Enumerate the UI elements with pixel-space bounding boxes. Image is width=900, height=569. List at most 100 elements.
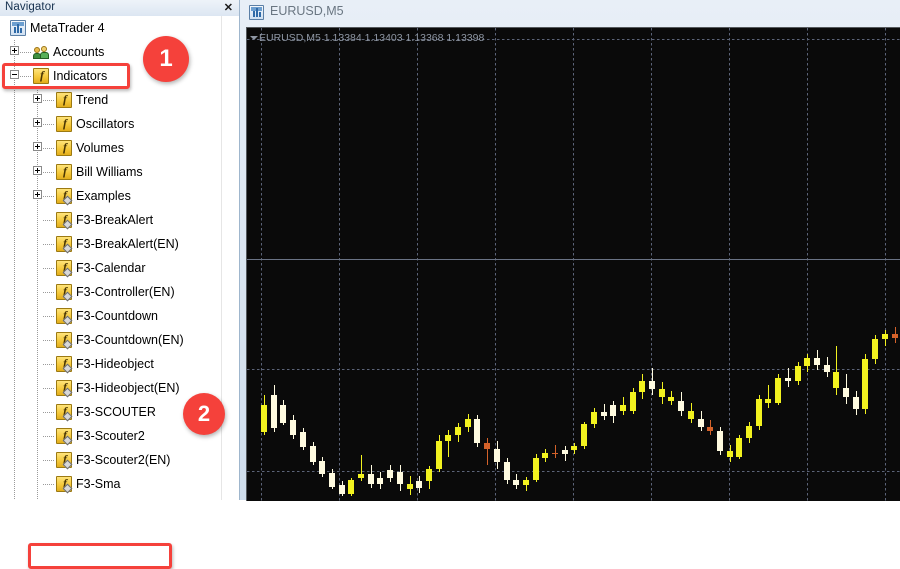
tree-item-f3-countdown[interactable]: f F3-Countdown [0,304,222,328]
chart-candle [299,28,306,501]
chart-titlebar[interactable]: EURUSD,M5 [240,0,900,25]
tree-guide [43,292,55,293]
tree-guide [14,208,15,232]
chart-candle [280,28,287,501]
tree-expander-plus[interactable] [33,190,42,199]
tree-expander-plus[interactable] [33,166,42,175]
chart-candle [338,28,345,501]
tree-item-examples[interactable]: f Examples [0,184,222,208]
tree-guide [43,388,55,389]
tree-guide [37,208,38,232]
chart-candle [542,28,549,501]
chart-candle [387,28,394,501]
chart-candle [532,28,539,501]
tree-item-f3-hideobject[interactable]: f F3-Hideobject [0,352,222,376]
chart-candle [804,28,811,501]
tree-item-label: Accounts [53,45,105,59]
tree-item-indicators[interactable]: f Indicators [0,64,222,88]
tree-item-f3-breakalert-en[interactable]: f F3-BreakAlert(EN) [0,232,222,256]
tree-item-label: Examples [76,189,131,203]
navigator-title: Navigator [5,1,56,13]
tree-item-label: F3-BreakAlert(EN) [76,237,179,251]
tree-item-trend[interactable]: f Trend [0,88,222,112]
chart-candle [600,28,607,501]
tree-item-volumes[interactable]: f Volumes [0,136,222,160]
chart-canvas[interactable] [247,28,900,501]
indicator-folder-icon: f [56,164,72,180]
chart-frame[interactable]: EURUSD,M5 1.13384 1.13403 1.13368 1.1339… [246,27,900,501]
tree-item-label: F3-Countdown(EN) [76,333,184,347]
indicator-folder-icon: f [56,116,72,132]
tree-item-label: F3-Countdown [76,309,158,323]
custom-indicator-icon: f [56,428,73,446]
chart-candle [571,28,578,501]
chart-candle [658,28,665,501]
tree-guide [43,460,55,461]
tree-expander-minus[interactable] [10,70,19,79]
chart-candle [649,28,655,501]
custom-indicator-icon: f [56,380,73,398]
close-icon[interactable]: ✕ [224,0,233,16]
tree-item-label: Indicators [53,69,108,83]
tree-guide [14,448,15,472]
tree-item-bill-williams[interactable]: f Bill Williams [0,160,222,184]
chart-candle [377,28,384,501]
tree-guide [20,76,32,77]
tree-item-f3-sma-en[interactable]: fF3-Sma(EN) [0,496,222,500]
tree-guide [43,364,55,365]
tree-guide [37,232,38,256]
chart-candle [261,28,267,501]
chart-candle [309,28,316,501]
chart-candle [474,28,481,501]
tree-guide [43,100,55,101]
tree-guide [14,400,15,424]
tree-guide [14,376,15,400]
chart-candle [707,28,714,501]
tree-item-f3-countdown-en[interactable]: f F3-Countdown(EN) [0,328,222,352]
tree-item-label: F3-Hideobject(EN) [76,381,180,395]
chart-candle [493,28,500,501]
chart-candle [697,28,704,501]
chart-candle [629,28,636,501]
chart-candle [765,28,772,501]
tree-expander-plus[interactable] [33,94,42,103]
tree-item-label: F3-SCOUTER [76,405,156,419]
indicator-folder-icon: f [56,140,72,156]
tree-item-f3-breakalert[interactable]: f F3-BreakAlert [0,208,222,232]
custom-indicator-icon: f [56,308,73,326]
tree-guide [14,256,15,280]
tree-guide [14,184,15,208]
tree-expander-plus[interactable] [10,46,19,55]
chart-candle [406,28,413,501]
navigator-scrollbar[interactable] [221,16,239,500]
tree-item-f3-controller-en[interactable]: f F3-Controller(EN) [0,280,222,304]
tree-item-f3-hideobject-en[interactable]: f F3-Hideobject(EN) [0,376,222,400]
chart-candle [416,28,423,501]
chart-candle [891,28,898,501]
chart-candle [687,28,694,501]
tree-item-f3-scouter2-en[interactable]: f F3-Scouter2(EN) [0,448,222,472]
chart-candle [784,28,791,501]
tree-item-f3-calendar[interactable]: f F3-Calendar [0,256,222,280]
chart-candle [464,28,471,501]
tree-guide [37,472,38,496]
tree-guide [14,280,15,304]
chart-candle [319,28,326,501]
tree-guide [43,124,55,125]
chart-candle [716,28,723,501]
custom-indicator-icon: f [56,332,73,350]
tree-expander-plus[interactable] [33,142,42,151]
tree-guide [37,256,38,280]
annotation-badge-1: 1 [143,36,189,82]
metatrader-icon [10,20,26,36]
tree-item-metatrader-4[interactable]: MetaTrader 4 [0,16,222,40]
custom-indicator-icon: f [56,452,73,470]
tree-guide [37,424,38,448]
tree-item-oscillators[interactable]: f Oscillators [0,112,222,136]
chart-candle [872,28,879,501]
tree-guide [37,328,38,352]
chart-collapse-icon[interactable] [250,36,258,40]
tree-expander-plus[interactable] [33,118,42,127]
chart-candle [736,28,743,501]
tree-item-f3-sma[interactable]: f F3-Sma [0,472,222,496]
